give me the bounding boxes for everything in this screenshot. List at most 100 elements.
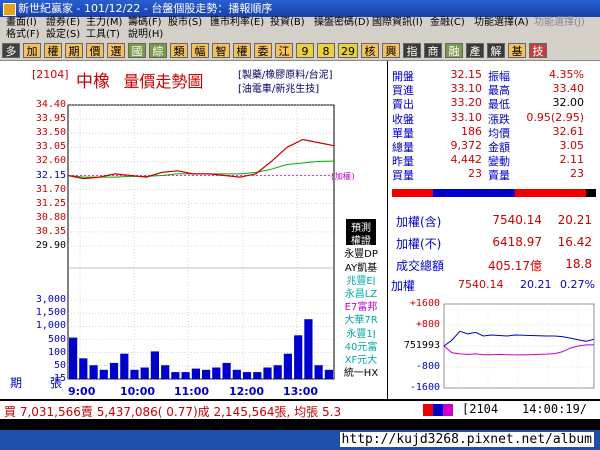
- status-time: 14:00:19/: [522, 402, 588, 416]
- menu-item[interactable]: 金融(C): [430, 17, 465, 29]
- quote-label: 買量: [392, 169, 414, 183]
- toolbar-button[interactable]: 幅: [191, 43, 209, 58]
- menu-item[interactable]: 操盤密碼(D): [314, 17, 370, 29]
- menu-item[interactable]: 功能選擇(J): [534, 17, 585, 29]
- index-label: 加權(含): [396, 215, 442, 229]
- quote-row: 賣出 33.20 最低 32.00: [392, 96, 592, 111]
- menu-item[interactable]: 投資(B): [270, 17, 305, 29]
- quote-value: 4,442: [450, 153, 483, 167]
- quote-row: 單量 186 均價 32.61: [392, 124, 592, 140]
- volume-bar: [294, 335, 303, 379]
- quote-row: 昨量 4,442 變動 2.11: [392, 153, 592, 168]
- volume-axis-label: 50: [53, 359, 66, 371]
- mini-chart-change: 20.21: [520, 278, 552, 291]
- quote-value: 2.11: [559, 153, 585, 167]
- app-icon: [3, 3, 16, 16]
- menu-item[interactable]: 主力(M): [86, 17, 122, 29]
- toolbar-button[interactable]: 加: [23, 43, 41, 58]
- index-row: 成交總額 405.17億 18.8: [392, 257, 592, 273]
- quote-row: 總量 9,372 金額 3.05: [392, 139, 592, 154]
- index-value: 6418.97: [492, 235, 542, 249]
- volume-axis-label: 500: [47, 333, 66, 345]
- toolbar-button[interactable]: 核: [361, 43, 379, 58]
- menu-item[interactable]: 匯市利率(E): [210, 17, 264, 29]
- toolbar-button[interactable]: 權: [233, 43, 251, 58]
- quote-value: 186: [461, 124, 482, 138]
- broker-label[interactable]: 統一HX: [336, 364, 386, 380]
- toolbar-button[interactable]: 國: [128, 43, 146, 58]
- toolbar-button[interactable]: 期: [65, 43, 83, 58]
- menu-item[interactable]: 畫面(I): [6, 17, 37, 29]
- quote-value: 32.61: [552, 124, 585, 138]
- toolbar-button[interactable]: 29: [338, 43, 358, 58]
- price-axis-label: 33.95: [35, 113, 66, 125]
- volume-bar: [202, 369, 211, 379]
- mini-axis-label: +1600: [409, 298, 440, 309]
- menu-item[interactable]: 股市(S): [168, 17, 202, 29]
- price-axis-label: 30.35: [35, 225, 66, 237]
- toolbar-button[interactable]: 興: [382, 43, 400, 58]
- toolbar-button[interactable]: 多: [2, 43, 20, 58]
- toolbar-button[interactable]: 選: [107, 43, 125, 58]
- index-label: 加權(不): [396, 237, 442, 251]
- volume-bar: [89, 365, 98, 379]
- toolbar-button[interactable]: 指: [403, 43, 421, 58]
- toolbar-button[interactable]: 解: [487, 43, 505, 58]
- toolbar-button[interactable]: 融: [445, 43, 463, 58]
- toolbar-button[interactable]: 商: [424, 43, 442, 58]
- volume-bar: [263, 367, 272, 379]
- toolbar-button[interactable]: 價: [86, 43, 104, 58]
- toolbar-button[interactable]: 綜: [149, 43, 167, 58]
- menu-item[interactable]: 工具(T): [86, 29, 120, 41]
- menu-item[interactable]: 設定(S): [46, 29, 80, 41]
- volume-bar: [191, 368, 200, 379]
- price-axis-label: 31.70: [35, 183, 66, 195]
- mini-axis-label: -1600: [409, 382, 440, 393]
- index-value: 7540.14: [492, 213, 542, 227]
- mini-chart-title: 加權: [391, 279, 416, 293]
- menu-item[interactable]: 籌碼(F): [128, 17, 162, 29]
- toolbar-button[interactable]: 9: [296, 43, 314, 58]
- toolbar-button[interactable]: 產: [466, 43, 484, 58]
- quote-row: 買進 33.10 最高 33.40: [392, 82, 592, 97]
- volume-bar: [69, 337, 78, 379]
- volume-bar: [161, 365, 170, 379]
- mini-chart-percent: 0.27%: [560, 278, 595, 291]
- toolbar-button[interactable]: 基: [508, 43, 526, 58]
- toolbar-button[interactable]: 江: [275, 43, 293, 58]
- quote-value: 33.40: [552, 82, 585, 96]
- index-change: 16.42: [557, 235, 592, 249]
- toolbar-button[interactable]: 類: [170, 43, 188, 58]
- toolbar-button[interactable]: 委: [254, 43, 272, 58]
- quote-value: 23: [570, 167, 584, 181]
- price-axis-label: 33.05: [35, 141, 66, 153]
- index-value: 405.17億: [488, 259, 542, 273]
- index-row: 加權(含) 7540.14 20.21: [392, 213, 592, 229]
- quote-label: 賣量: [488, 169, 510, 183]
- price-axis-label: 33.50: [35, 127, 66, 139]
- menu-bar: 畫面(I) 證券(E) 主力(M) 籌碼(F) 股市(S) 匯市利率(E) 投資(B) 操盤密…: [0, 17, 600, 41]
- menu-item[interactable]: 證券(E): [46, 17, 80, 29]
- volume-bar: [324, 369, 333, 379]
- volume-bar: [181, 372, 190, 379]
- quote-value: 23: [468, 167, 482, 181]
- volume-bar: [150, 351, 159, 379]
- menu-item[interactable]: 說明(H): [128, 29, 163, 41]
- toolbar-button[interactable]: 8: [317, 43, 335, 58]
- quote-value: 32.00: [552, 96, 585, 110]
- quote-row: 收盤 33.10 漲跌 0.95(2.95): [392, 111, 592, 126]
- price-axis-label: 30.80: [35, 211, 66, 223]
- menu-item[interactable]: 功能選擇(A): [474, 17, 529, 29]
- status-color-indicator: [423, 404, 453, 416]
- toolbar-button[interactable]: 技: [529, 43, 547, 58]
- volume-bar: [109, 362, 119, 379]
- volume-axis-label: 1,000: [35, 320, 66, 332]
- menu-item[interactable]: 國際資訊(I): [372, 17, 423, 29]
- toolbar-button[interactable]: 智: [212, 43, 230, 58]
- toolbar-button[interactable]: 權: [44, 43, 62, 58]
- menu-item[interactable]: 格式(F): [6, 29, 40, 41]
- status-bar: 買 7,031,566賣 5,437,086( 0.77)成 2,145,564…: [0, 401, 600, 419]
- volume-bar: [222, 362, 231, 379]
- toolbar: 多加權期價選國綜類幅智權委江 9 8 29 核興指商融產解基技: [0, 42, 600, 61]
- index-label: 成交總額: [396, 259, 445, 273]
